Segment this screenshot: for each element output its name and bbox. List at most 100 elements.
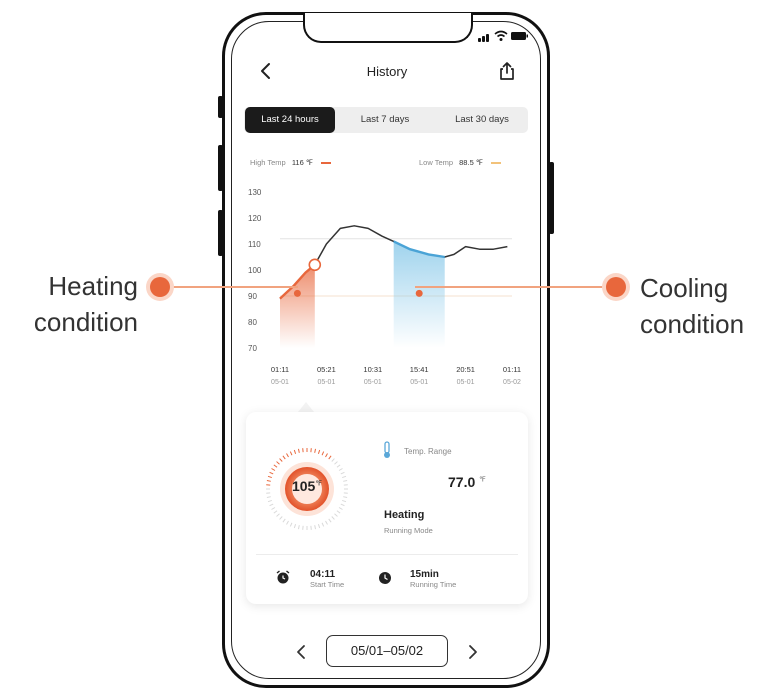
temp-range-value: 77.0 ℉ (448, 474, 486, 490)
card-divider (256, 554, 518, 555)
start-time-label: Start Time (310, 580, 345, 589)
x-tick-date: 05-01 (410, 379, 428, 386)
dial-tick (269, 503, 274, 507)
dial-tick (286, 520, 289, 525)
tab-last-24-hours[interactable]: Last 24 hours (245, 107, 335, 133)
dial-tick (342, 499, 347, 503)
dial-tick (331, 516, 335, 520)
next-range-button[interactable] (464, 642, 480, 662)
dial-tick (282, 518, 286, 523)
dial-tick (340, 471, 345, 475)
dial-temperature: 105℉ (291, 478, 323, 494)
low-temp-value: 88.5 ℉ (459, 158, 483, 167)
dial-tick (269, 471, 274, 475)
dial-tick (334, 513, 338, 517)
heating-region (280, 264, 315, 348)
cooling-region-marker (415, 289, 423, 297)
dial-tick (289, 522, 293, 527)
high-temp-legend: High Temp 116 ℉ (250, 158, 332, 167)
dial-tick (343, 496, 348, 499)
temp-range-label: Temp. Range (404, 447, 452, 456)
x-tick-time: 20:51 (456, 365, 475, 374)
dial-tick (328, 455, 332, 460)
y-tick-label: 100 (248, 266, 262, 275)
dial-tick (271, 468, 276, 471)
dial-tick (334, 461, 338, 465)
dial-tick (279, 458, 283, 462)
dial-tick (325, 520, 328, 525)
heating-region-marker (293, 289, 301, 297)
back-button[interactable] (256, 60, 276, 82)
dial-tick (325, 453, 328, 458)
start-time-value: 04:11 (310, 569, 336, 580)
x-tick-time: 05:21 (317, 365, 336, 374)
x-tick-date: 05-01 (457, 379, 475, 386)
cooling-callout-dot (606, 277, 626, 297)
high-temp-value: 116 ℉ (291, 158, 313, 167)
dial-tick (297, 525, 300, 530)
dial-tick (314, 525, 317, 530)
dial-tick (276, 513, 280, 517)
dial-tick (286, 453, 289, 458)
date-range-selector[interactable]: 05/01–05/02 (326, 635, 448, 667)
running-mode-value: Heating (384, 509, 425, 521)
dial-tick (266, 496, 271, 499)
dial-tick (293, 449, 297, 454)
alarm-clock-icon (276, 570, 290, 584)
dial-tick (317, 524, 321, 529)
dial-tick (276, 461, 280, 465)
low-temp-swatch (491, 162, 502, 164)
dial-tick (336, 510, 341, 514)
dial-tick (336, 464, 341, 468)
running-time-label: Running Time (410, 580, 457, 589)
tab-last-30-days[interactable]: Last 30 days (436, 107, 528, 133)
dial-tick (293, 524, 297, 529)
share-icon (500, 62, 514, 80)
running-time-value: 15min (410, 569, 439, 580)
dial-tick (297, 448, 300, 453)
card-pointer (298, 402, 314, 412)
wifi-icon (494, 30, 508, 41)
x-tick-time: 01:11 (271, 365, 289, 374)
y-tick-label: 70 (248, 344, 257, 353)
dial-tick (271, 507, 276, 510)
low-temp-label: Low Temp (419, 158, 454, 167)
x-tick-date: 05-01 (317, 379, 335, 386)
dial-tick (267, 499, 272, 503)
y-tick-label: 110 (248, 240, 261, 249)
x-tick-time: 10:31 (363, 365, 382, 374)
page-title: History (366, 64, 408, 79)
dial-tick (282, 455, 286, 460)
previous-range-button[interactable] (294, 642, 310, 662)
heating-callout-label: Heating condition (33, 271, 138, 337)
chevron-left-icon (261, 63, 270, 79)
chevron-left-icon (297, 645, 305, 659)
y-tick-label: 80 (248, 318, 257, 327)
heating-callout-line (170, 286, 298, 288)
dial-tick (331, 458, 335, 462)
x-tick-time: 15:41 (410, 365, 429, 374)
share-button[interactable] (496, 60, 518, 82)
high-temp-label: High Temp (250, 158, 286, 167)
temperature-history-chart: 130 120 110 100 90 80 70 01:11 05-01 05:21 05-01 1… (248, 188, 521, 386)
battery-icon (511, 32, 528, 40)
running-mode-label: Running Mode (384, 526, 433, 535)
dial-tick (273, 464, 278, 468)
selected-point-marker (308, 258, 322, 272)
phone-notch (303, 13, 473, 43)
x-tick-date: 05-02 (503, 379, 521, 386)
y-tick-label: 130 (248, 188, 262, 197)
dial-tick (321, 522, 325, 527)
tab-last-7-days[interactable]: Last 7 days (340, 107, 430, 133)
x-tick-date: 05-01 (271, 379, 289, 386)
dial-tick (338, 507, 343, 510)
dial-tick (289, 451, 293, 456)
dial-tick (338, 468, 343, 471)
thermometer-icon (384, 441, 390, 458)
y-tick-label: 90 (248, 292, 257, 301)
chevron-right-icon (469, 645, 477, 659)
dial-tick (273, 510, 278, 514)
dial-tick (321, 451, 325, 456)
cooling-callout-line (415, 286, 605, 288)
dial-tick (279, 516, 283, 520)
